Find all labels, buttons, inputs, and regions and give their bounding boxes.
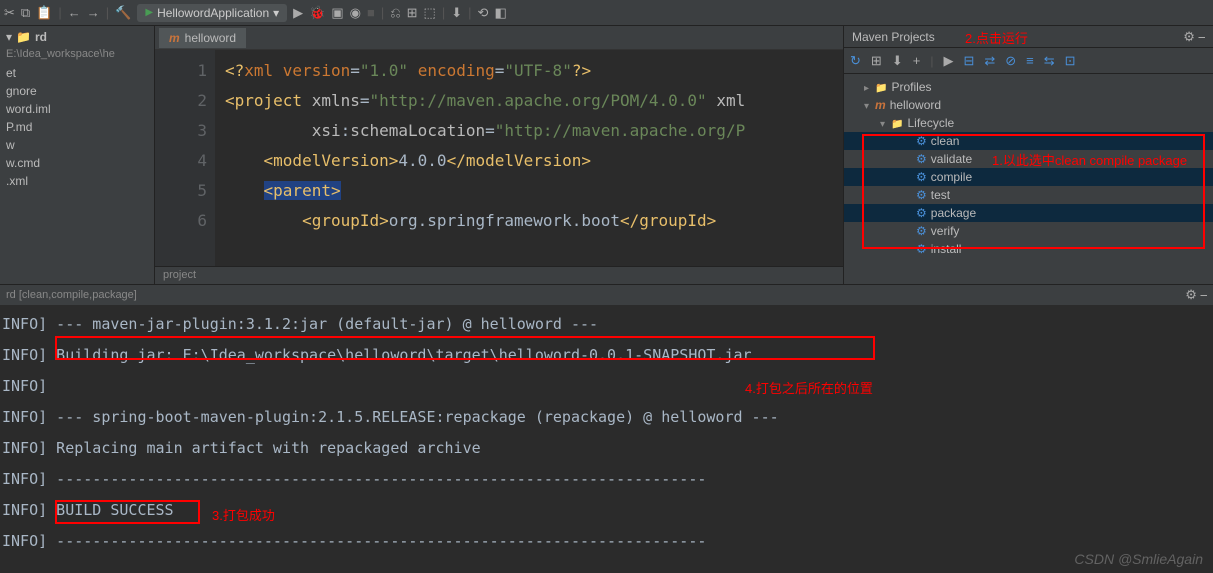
- download-icon[interactable]: ⬇: [892, 53, 903, 69]
- editor-breadcrumb[interactable]: project: [155, 266, 843, 284]
- back-icon[interactable]: ←: [68, 5, 81, 20]
- console-header: rd [clean,compile,package]: [6, 289, 137, 301]
- run-maven-icon[interactable]: ▶: [943, 53, 953, 69]
- generate-icon[interactable]: ⊞: [871, 53, 882, 69]
- forward-icon[interactable]: →: [87, 5, 100, 20]
- console-settings-icon[interactable]: ⚙ ⎯: [1185, 287, 1207, 303]
- maven-file-icon: m: [169, 31, 180, 45]
- sidebar-file[interactable]: gnore: [0, 82, 154, 100]
- console-output[interactable]: INFO] --- maven-jar-plugin:3.1.2:jar (de…: [0, 305, 1213, 561]
- gear-icon: [916, 206, 927, 220]
- refresh-icon[interactable]: ↻: [850, 53, 861, 69]
- scissors-icon[interactable]: ✂: [4, 5, 15, 21]
- tab-label: helloword: [185, 31, 236, 45]
- add-icon[interactable]: +: [913, 53, 921, 68]
- sidebar-file[interactable]: .xml: [0, 172, 154, 190]
- maven-goal-compile[interactable]: compile: [844, 168, 1213, 186]
- main-toolbar: ✂ ⧉ 📋 | ← → | 🔨 HellowordApplication ▾ ▶…: [0, 0, 1213, 26]
- skiptests-icon[interactable]: ⇄: [984, 53, 995, 69]
- project-root[interactable]: ▾ 📁 rd: [0, 26, 154, 48]
- code-content[interactable]: <?xml version="1.0" encoding="UTF-8"?><p…: [215, 50, 843, 266]
- sidebar-file[interactable]: w.cmd: [0, 154, 154, 172]
- folder-project-icon: 📁: [16, 30, 31, 44]
- profiler-icon[interactable]: ◉: [350, 5, 361, 21]
- sidebar-file[interactable]: P.md: [0, 118, 154, 136]
- stop-icon[interactable]: ■: [367, 5, 375, 20]
- tab-pom[interactable]: m helloword: [159, 28, 246, 48]
- gear-icon: [916, 224, 927, 238]
- chevron-down-icon: ▾: [6, 30, 12, 44]
- copy-icon[interactable]: ⧉: [21, 5, 30, 21]
- panel-settings-icon[interactable]: ⚙ ⎯: [1183, 29, 1205, 45]
- maven-goal-validate[interactable]: validate: [844, 150, 1213, 168]
- gear-icon: [916, 188, 927, 202]
- tool-icon-3[interactable]: ⬚: [424, 5, 436, 21]
- sidebar-file[interactable]: et: [0, 64, 154, 82]
- console: rd [clean,compile,package] ⚙ ⎯ INFO] ---…: [0, 284, 1213, 572]
- gear-icon: [916, 134, 927, 148]
- gear-icon: [916, 242, 927, 256]
- vcs-icon[interactable]: ⬇: [451, 5, 462, 21]
- maven-project-node[interactable]: m helloword: [844, 96, 1213, 114]
- paste-icon[interactable]: 📋: [36, 5, 52, 21]
- run-config-selector[interactable]: HellowordApplication ▾: [137, 4, 287, 22]
- maven-goal-install[interactable]: install: [844, 240, 1213, 258]
- collapse-icon[interactable]: ≡: [1026, 53, 1034, 68]
- execute-icon[interactable]: ⊟: [963, 53, 974, 69]
- gutter: 123456: [155, 50, 215, 266]
- tool-icon-2[interactable]: ⊞: [407, 5, 418, 21]
- tool-icon-5[interactable]: ◧: [494, 5, 506, 21]
- maven-goal-clean[interactable]: clean: [844, 132, 1213, 150]
- gear-icon: [916, 152, 927, 166]
- maven-toolbar: ↻ ⊞ ⬇ + | ▶ ⊟ ⇄ ⊘ ≡ ⇆ ⊡: [844, 48, 1213, 74]
- maven-lifecycle[interactable]: Lifecycle: [844, 114, 1213, 132]
- project-title: rd: [35, 30, 47, 44]
- project-sidebar: ▾ 📁 rd E:\Idea_workspace\he etgnoreword.…: [0, 26, 155, 284]
- debug-icon[interactable]: 🐞: [309, 5, 325, 21]
- maven-goal-package[interactable]: package: [844, 204, 1213, 222]
- editor-tabs: m helloword: [155, 26, 843, 50]
- show-icon[interactable]: ⊡: [1065, 53, 1076, 69]
- maven-panel: Maven Projects ⚙ ⎯ ↻ ⊞ ⬇ + | ▶ ⊟ ⇄ ⊘ ≡ ⇆…: [843, 26, 1213, 284]
- editor: m helloword 123456 <?xml version="1.0" e…: [155, 26, 843, 284]
- maven-goal-verify[interactable]: verify: [844, 222, 1213, 240]
- sidebar-file[interactable]: word.iml: [0, 100, 154, 118]
- maven-goal-test[interactable]: test: [844, 186, 1213, 204]
- run-icon[interactable]: ▶: [293, 5, 303, 21]
- watermark: CSDN @SmlieAgain: [1074, 551, 1203, 567]
- tool-icon-4[interactable]: ⟲: [478, 5, 489, 21]
- maven-tree: Profiles m helloword Lifecycle clean val…: [844, 74, 1213, 284]
- project-path: E:\Idea_workspace\he: [0, 48, 154, 64]
- maven-title: Maven Projects: [852, 30, 935, 44]
- build-icon[interactable]: 🔨: [115, 5, 131, 21]
- gear-icon: [916, 170, 927, 184]
- sidebar-file[interactable]: w: [0, 136, 154, 154]
- maven-profiles[interactable]: Profiles: [844, 78, 1213, 96]
- coverage-icon[interactable]: ▣: [331, 5, 343, 21]
- tool-icon-1[interactable]: ⎌: [390, 5, 400, 21]
- settings-icon[interactable]: ⇆: [1044, 53, 1055, 69]
- offline-icon[interactable]: ⊘: [1005, 53, 1016, 69]
